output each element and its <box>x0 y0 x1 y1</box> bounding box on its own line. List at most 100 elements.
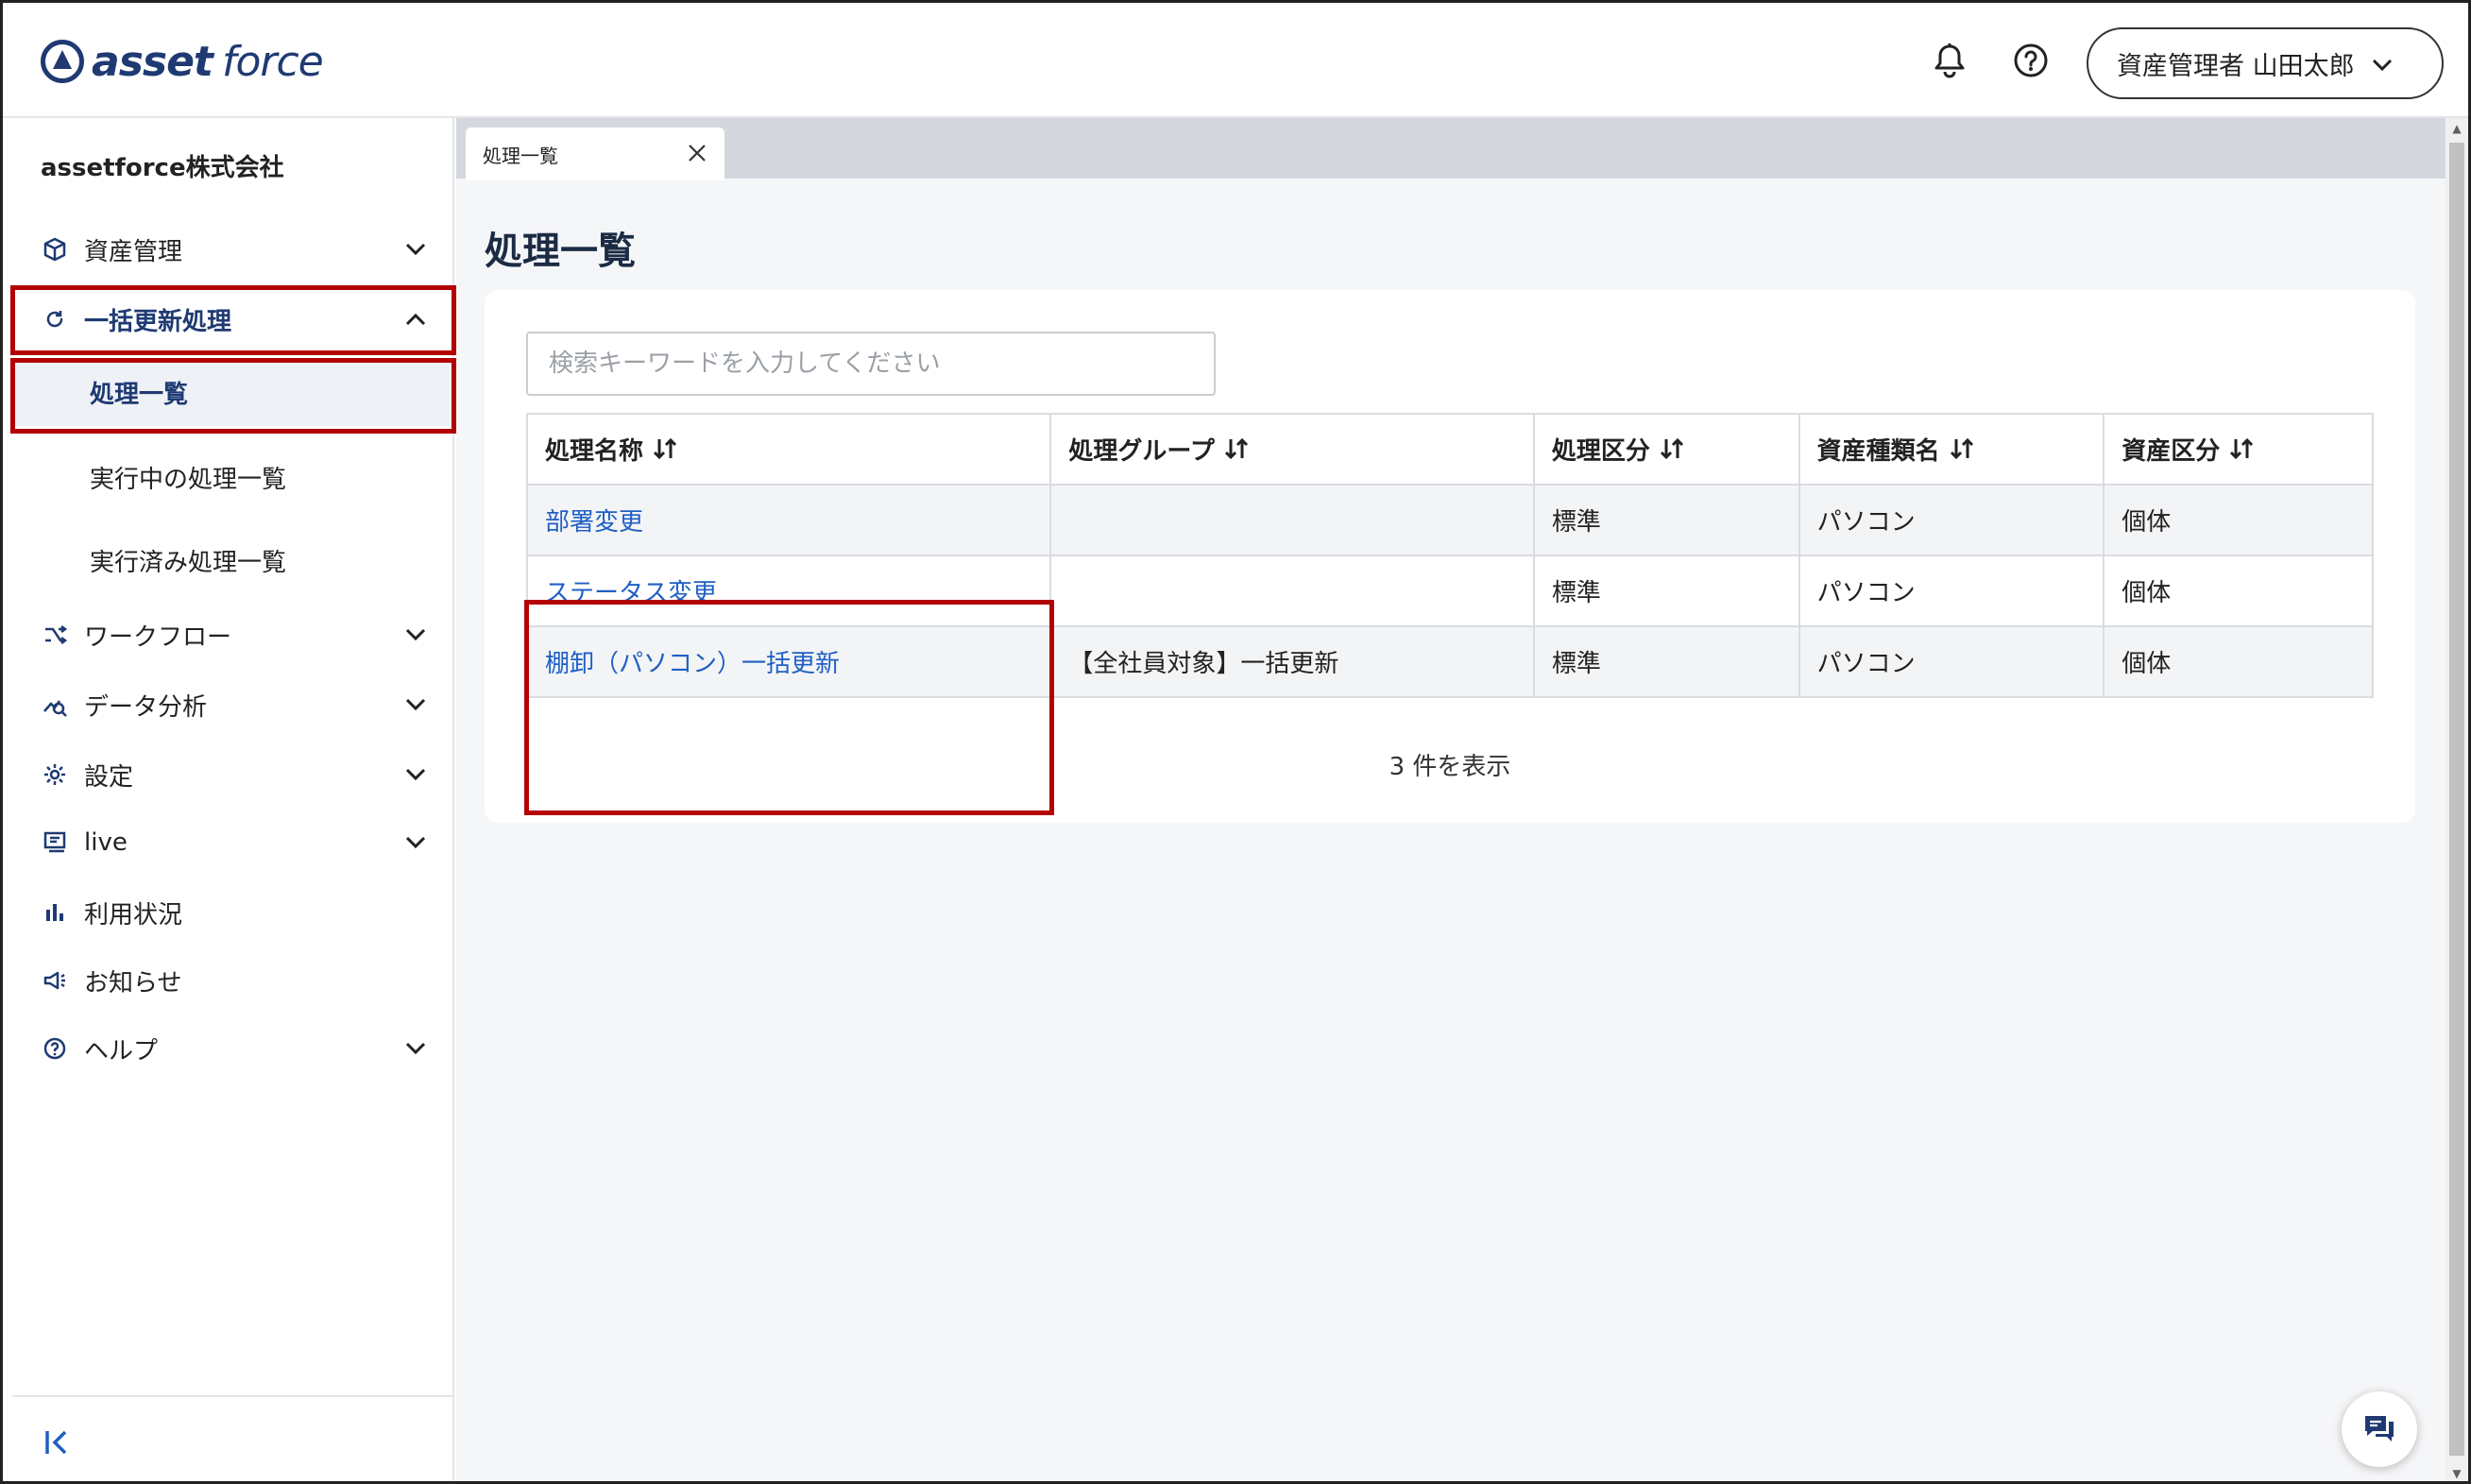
sidebar-item-label: live <box>84 828 128 857</box>
logo-text-bold: asset <box>92 37 213 86</box>
column-header-label: 資産種類名 <box>1816 437 1940 466</box>
sidebar-item-label: ヘルプ <box>84 1036 159 1066</box>
table-row: 部署変更 標準 パソコン 個体 <box>525 484 2374 556</box>
chevron-up-icon[interactable] <box>401 305 430 333</box>
table-row: 棚卸（パソコン）一括更新 【全社員対象】一括更新 標準 パソコン 個体 <box>525 625 2374 698</box>
sidebar-item-bulk-update[interactable]: 一括更新処理 <box>12 288 454 350</box>
vertical-scrollbar[interactable]: ▲ ▼ <box>2445 118 2468 1481</box>
process-list-card: 処理名称 処理グループ 処理区分 資産種類名 資産区分 部署変更 標準 パソコン… <box>485 290 2415 823</box>
assetforce-logo[interactable]: asset force <box>41 37 324 86</box>
sidebar-item-live[interactable]: live <box>12 811 454 874</box>
chevron-down-icon <box>2372 49 2393 78</box>
process-group-cell <box>1049 554 1535 627</box>
column-header-label: 処理グループ <box>1068 437 1215 466</box>
sidebar-item-label: お知らせ <box>84 968 182 998</box>
asset-type-cell: パソコン <box>1798 484 2105 556</box>
chat-support-button[interactable] <box>2342 1391 2417 1467</box>
asset-class-cell: 個体 <box>2103 554 2374 627</box>
column-header-process-name[interactable]: 処理名称 <box>525 413 1052 486</box>
logo-mark-icon <box>41 40 84 83</box>
asset-class-cell: 個体 <box>2103 625 2374 698</box>
sidebar-item-label: 設定 <box>84 762 134 792</box>
sidebar-item-label: 利用状況 <box>84 900 183 930</box>
sidebar-subitem-process-list[interactable]: 処理一覧 <box>12 358 454 426</box>
process-type-cell: 標準 <box>1532 554 1800 627</box>
org-name: assetforce株式会社 <box>41 154 284 182</box>
chevron-down-icon[interactable] <box>401 828 430 857</box>
column-header-label: 資産区分 <box>2122 437 2221 466</box>
gear-icon <box>41 760 69 789</box>
sidebar-item-label: 一括更新処理 <box>84 307 232 336</box>
process-name-link[interactable]: 棚卸（パソコン）一括更新 <box>525 625 1052 698</box>
table-header-row: 処理名称 処理グループ 処理区分 資産種類名 資産区分 <box>525 413 2374 486</box>
chevron-down-icon[interactable] <box>401 691 430 719</box>
sort-icon[interactable] <box>1224 437 1249 467</box>
asset-type-cell: パソコン <box>1798 625 2105 698</box>
result-count: 3 件を表示 <box>1389 753 1511 781</box>
process-name-link[interactable]: ステータス変更 <box>525 554 1052 627</box>
sidebar-item-workflow[interactable]: ワークフロー <box>12 604 454 666</box>
sort-icon[interactable] <box>2229 437 2254 467</box>
sidebar-item-label: データ分析 <box>84 692 208 722</box>
process-group-cell: 【全社員対象】一括更新 <box>1049 625 1535 698</box>
chevron-down-icon[interactable] <box>401 1034 430 1063</box>
collapse-sidebar-icon[interactable] <box>39 1424 77 1461</box>
sidebar-item-announcements[interactable]: お知らせ <box>12 949 454 1012</box>
process-group-cell <box>1049 484 1535 556</box>
sidebar-item-settings[interactable]: 設定 <box>12 743 454 806</box>
column-header-asset-class[interactable]: 資産区分 <box>2103 413 2374 486</box>
cube-icon <box>41 235 69 264</box>
app-header: asset force 資産管理者 山田太郎 <box>3 3 2468 118</box>
app-window: asset force 資産管理者 山田太郎 assetforce株式会社 資産… <box>0 0 2471 1484</box>
logo-text-light: force <box>221 37 324 86</box>
asset-class-cell: 個体 <box>2103 484 2374 556</box>
sidebar-item-label: ワークフロー <box>84 623 232 652</box>
sidebar-item-asset-management[interactable]: 資産管理 <box>12 218 454 281</box>
tab-process-list[interactable]: 処理一覧 <box>466 128 724 180</box>
close-icon[interactable] <box>683 139 711 167</box>
user-menu-label: 資産管理者 山田太郎 <box>2117 51 2355 81</box>
sidebar-item-help[interactable]: ヘルプ <box>12 1017 454 1080</box>
column-header-process-group[interactable]: 処理グループ <box>1049 413 1535 486</box>
main-content: 処理一覧 処理一覧 処理名称 処理グループ 処理区分 資産種類名 <box>456 118 2445 1481</box>
sidebar-item-label: 資産管理 <box>84 237 183 266</box>
help-circle-icon[interactable] <box>2009 39 2053 82</box>
bar-chart-icon <box>41 898 69 927</box>
search-input[interactable] <box>526 332 1216 396</box>
sort-icon[interactable] <box>1950 437 1974 467</box>
chevron-down-icon[interactable] <box>401 621 430 649</box>
column-header-process-type[interactable]: 処理区分 <box>1532 413 1800 486</box>
column-header-label: 処理名称 <box>545 437 644 466</box>
process-table: 処理名称 処理グループ 処理区分 資産種類名 資産区分 部署変更 標準 パソコン… <box>525 413 2374 698</box>
sidebar: assetforce株式会社 資産管理 一括更新処理 処理一覧 実行中の処理一覧… <box>10 118 456 1481</box>
chat-icon <box>2365 1416 2394 1441</box>
help-circle-icon <box>41 1034 69 1063</box>
tab-label: 処理一覧 <box>483 144 558 167</box>
megaphone-icon <box>41 966 69 995</box>
scroll-thumb[interactable] <box>2449 143 2464 1456</box>
column-header-asset-type-name[interactable]: 資産種類名 <box>1798 413 2105 486</box>
user-menu-button[interactable]: 資産管理者 山田太郎 <box>2087 27 2444 99</box>
refresh-icon <box>41 305 69 333</box>
process-name-link[interactable]: 部署変更 <box>525 484 1052 556</box>
sidebar-subitem-running-process-list[interactable]: 実行中の処理一覧 <box>12 443 454 511</box>
live-icon <box>41 828 69 857</box>
column-header-label: 処理区分 <box>1551 437 1650 466</box>
analytics-icon <box>41 691 69 719</box>
sort-icon[interactable] <box>1660 437 1684 467</box>
notification-bell-icon[interactable] <box>1928 39 1971 82</box>
page-title: 処理一覧 <box>485 230 636 273</box>
sort-icon[interactable] <box>653 437 677 467</box>
workflow-icon <box>41 621 69 649</box>
asset-type-cell: パソコン <box>1798 554 2105 627</box>
sidebar-item-usage[interactable]: 利用状況 <box>12 881 454 944</box>
sidebar-subitem-completed-process-list[interactable]: 実行済み処理一覧 <box>12 526 454 594</box>
sidebar-footer <box>12 1395 454 1481</box>
scroll-up-arrow-icon[interactable]: ▲ <box>2445 118 2468 139</box>
table-row: ステータス変更 標準 パソコン 個体 <box>525 554 2374 627</box>
chevron-down-icon[interactable] <box>401 760 430 789</box>
sidebar-item-data-analysis[interactable]: データ分析 <box>12 674 454 736</box>
scroll-down-arrow-icon[interactable]: ▼ <box>2445 1463 2468 1481</box>
chevron-down-icon[interactable] <box>401 235 430 264</box>
process-type-cell: 標準 <box>1532 625 1800 698</box>
